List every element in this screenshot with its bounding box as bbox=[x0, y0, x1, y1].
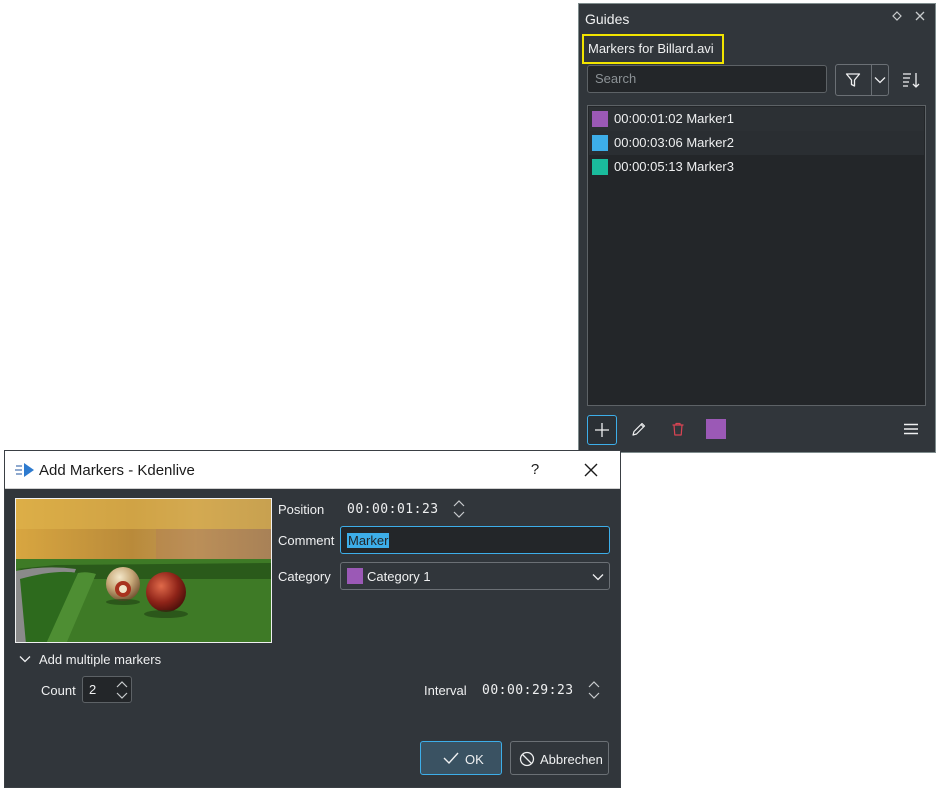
guides-titlebar: Guides bbox=[579, 4, 935, 34]
trash-icon bbox=[672, 422, 684, 436]
cancel-icon bbox=[519, 751, 535, 767]
filter-divider bbox=[871, 65, 872, 95]
marker-label: 00:00:01:02 Marker1 bbox=[614, 111, 734, 126]
frame-thumbnail bbox=[15, 498, 272, 643]
ok-button[interactable]: OK bbox=[420, 741, 502, 775]
close-icon[interactable] bbox=[581, 460, 601, 480]
search-input[interactable]: Search bbox=[587, 65, 827, 93]
interval-label: Interval bbox=[424, 683, 467, 698]
position-label: Position bbox=[278, 502, 325, 517]
category-label: Category bbox=[278, 569, 331, 584]
dialog-title: Add Markers - Kdenlive bbox=[39, 462, 195, 479]
position-timecode[interactable]: 00:00:01:23 bbox=[347, 502, 439, 517]
clip-label: Markers for Billard.avi bbox=[582, 34, 724, 64]
hamburger-menu-icon bbox=[904, 423, 918, 435]
category-value: Category 1 bbox=[367, 569, 431, 584]
filter-button[interactable] bbox=[835, 64, 889, 96]
help-button[interactable]: ? bbox=[525, 460, 545, 480]
close-icon[interactable] bbox=[915, 11, 925, 21]
marker-row[interactable]: 00:00:05:13 Marker3 bbox=[589, 155, 924, 179]
category-color-button[interactable] bbox=[706, 419, 726, 439]
chevron-down-icon bbox=[592, 574, 604, 581]
guides-title: Guides bbox=[585, 11, 630, 27]
count-spin-icon[interactable] bbox=[116, 680, 128, 700]
checkmark-icon bbox=[443, 752, 459, 765]
count-value: 2 bbox=[89, 682, 97, 697]
float-icon[interactable] bbox=[892, 11, 902, 21]
edit-marker-button[interactable] bbox=[625, 415, 655, 445]
dialog-titlebar: Add Markers - Kdenlive ? bbox=[5, 451, 620, 489]
marker-color-swatch bbox=[592, 111, 608, 127]
ok-label: OK bbox=[465, 752, 484, 767]
marker-color-swatch bbox=[592, 159, 608, 175]
marker-row[interactable]: 00:00:01:02 Marker1 bbox=[589, 107, 924, 131]
marker-row[interactable]: 00:00:03:06 Marker2 bbox=[589, 131, 924, 155]
comment-field[interactable]: Marker bbox=[340, 526, 610, 554]
comment-label: Comment bbox=[278, 533, 335, 548]
cancel-label: Abbrechen bbox=[540, 752, 603, 767]
category-color-swatch bbox=[347, 568, 363, 584]
sort-icon[interactable] bbox=[901, 70, 921, 90]
cancel-button[interactable]: Abbrechen bbox=[510, 741, 609, 775]
add-multiple-markers-toggle[interactable]: Add multiple markers bbox=[39, 652, 161, 667]
category-select[interactable]: Category 1 bbox=[340, 562, 610, 590]
delete-marker-button[interactable] bbox=[664, 415, 694, 445]
chevron-down-icon[interactable] bbox=[874, 76, 886, 84]
add-marker-button[interactable] bbox=[587, 415, 617, 445]
position-spin-icon[interactable] bbox=[453, 499, 465, 519]
count-spinbox[interactable]: 2 bbox=[82, 676, 132, 703]
guides-panel: Guides Markers for Billard.avi Search 00… bbox=[578, 3, 936, 453]
expand-chevron-icon[interactable] bbox=[19, 655, 31, 663]
add-markers-dialog: Add Markers - Kdenlive ? Position 00:00:… bbox=[4, 450, 621, 788]
marker-label: 00:00:03:06 Marker2 bbox=[614, 135, 734, 150]
marker-list[interactable]: 00:00:01:02 Marker1 00:00:03:06 Marker2 … bbox=[587, 105, 926, 406]
menu-button[interactable] bbox=[897, 415, 927, 445]
billiard-image bbox=[16, 499, 271, 642]
kdenlive-logo-icon bbox=[15, 463, 34, 477]
marker-color-swatch bbox=[592, 135, 608, 151]
pencil-icon bbox=[632, 422, 646, 436]
interval-timecode[interactable]: 00:00:29:23 bbox=[482, 683, 574, 698]
filter-icon bbox=[845, 73, 861, 87]
comment-value: Marker bbox=[347, 533, 390, 548]
marker-label: 00:00:05:13 Marker3 bbox=[614, 159, 734, 174]
count-label: Count bbox=[41, 683, 76, 698]
interval-spin-icon[interactable] bbox=[588, 680, 600, 700]
plus-icon bbox=[595, 423, 609, 437]
